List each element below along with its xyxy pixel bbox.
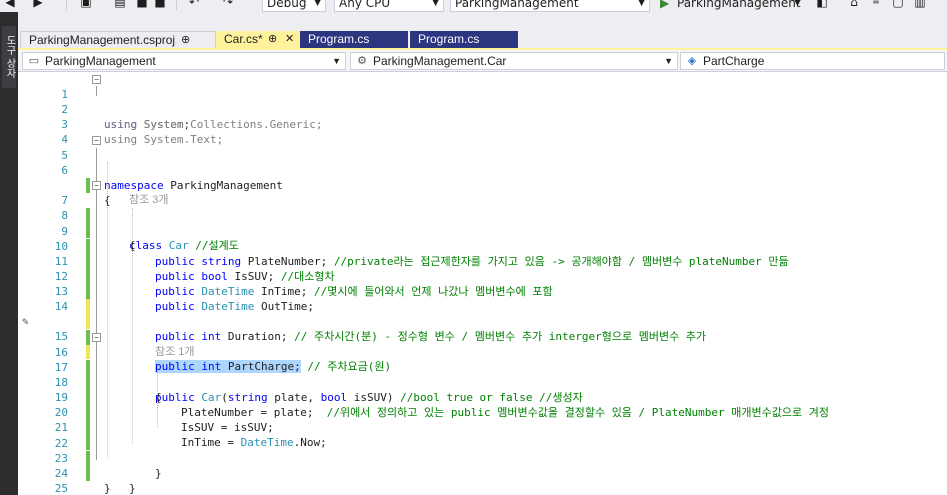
tab-car-cs[interactable]: Car.cs* ⊕ ✕	[216, 31, 300, 49]
redo-icon[interactable]: ↷	[220, 0, 236, 10]
code-line[interactable]: 13	[18, 269, 947, 314]
run-target-button[interactable]: ParkingManagement	[677, 0, 801, 11]
configuration-value: Debug	[267, 0, 307, 10]
code-line[interactable]: 18 PlateNumber = plate; //위에서 정의하고 있는 pu…	[18, 360, 947, 419]
codelens-line: 참조 3개	[18, 163, 947, 206]
startup-project-combo[interactable]: ParkingManagement ▼	[450, 0, 650, 12]
project-combo[interactable]: ▭ ParkingManagement ▼	[22, 52, 346, 70]
collapse-icon[interactable]: −	[92, 136, 101, 145]
new-project-icon[interactable]: ▣	[78, 0, 94, 10]
code-line-current[interactable]: ✎ 15 public int PartCharge; // 주차요금(원)	[18, 299, 947, 373]
code-line[interactable]: 20 InTime = DateTime.Now;	[18, 390, 947, 449]
code-text: }	[129, 482, 136, 495]
code-line[interactable]: 19 IsSUV = isSUV;	[18, 375, 947, 434]
type-combo-value: ParkingManagement.Car	[373, 54, 507, 68]
field-icon: ◈	[687, 55, 697, 67]
pin-icon[interactable]: ⊕	[181, 32, 190, 48]
code-line[interactable]: 25	[18, 466, 947, 495]
code-line[interactable]: 17 {	[18, 345, 947, 404]
code-line[interactable]: 2 using System.Collections.Generic;	[18, 87, 947, 131]
code-line[interactable]: 14 public int Duration; // 주차시간(분) - 정수형…	[18, 284, 947, 343]
tab-label: Program.cs	[418, 32, 480, 46]
collapse-icon[interactable]: −	[92, 75, 101, 84]
code-editor[interactable]: 1 − using System; 2 using System.Collect…	[18, 72, 947, 495]
code-line[interactable]: 4	[18, 117, 947, 146]
configuration-combo[interactable]: Debug ▼	[262, 0, 326, 12]
toolbox-tab[interactable]: 도구 상자	[2, 26, 16, 88]
codelens-line: 참조 1개	[18, 315, 947, 358]
tab-program-cs[interactable]: Program.cs	[300, 31, 408, 49]
code-line[interactable]: 23 }	[18, 436, 947, 495]
tab-program-cs-2[interactable]: Program.cs	[410, 31, 518, 49]
platform-combo[interactable]: Any CPU ▼	[334, 0, 444, 12]
save-icon[interactable]: ■	[134, 0, 150, 10]
home-icon[interactable]: ⌂	[846, 0, 862, 10]
main-toolbar: ◀ ▶ ▣ ▤ ■ ■ ↶ ↷ Debug ▼ Any CPU ▼ Parkin…	[0, 0, 947, 12]
member-combo[interactable]: ◈ PartCharge	[680, 52, 945, 70]
csharp-project-icon: ▭	[28, 55, 40, 67]
pin-icon[interactable]: ⊕	[268, 31, 277, 48]
tab-label: ParkingManagement.csproj	[29, 33, 176, 47]
save-all-icon[interactable]: ■	[152, 0, 168, 10]
toolbar-separator	[176, 0, 177, 10]
chevron-down-icon: ▼	[664, 56, 673, 66]
tab-csproj[interactable]: ParkingManagement.csproj ⊕	[20, 31, 216, 49]
code-line[interactable]: 12 public DateTime OutTime;	[18, 254, 947, 313]
code-line[interactable]: 11 public DateTime InTime; //몇시에 들어와서 언제…	[18, 239, 947, 298]
line-number: 25	[54, 482, 68, 495]
navigation-bar: ▭ ParkingManagement ▼ ⚙ ParkingManagemen…	[18, 50, 947, 72]
undo-icon[interactable]: ↶	[186, 0, 202, 10]
chevron-down-icon: ▼	[314, 0, 321, 8]
tab-label: Car.cs*	[224, 32, 263, 46]
forward-icon[interactable]: ▶	[30, 0, 46, 10]
collapse-icon[interactable]: −	[92, 333, 101, 342]
code-line[interactable]: 22 }	[18, 421, 947, 480]
platform-value: Any CPU	[339, 0, 391, 10]
code-text: }	[104, 482, 111, 495]
code-line[interactable]: 9 public string PlateNumber; //private라는…	[18, 209, 947, 268]
startup-project-value: ParkingManagement	[455, 0, 579, 10]
type-combo[interactable]: ⚙ ParkingManagement.Car ▼	[350, 52, 678, 70]
close-icon[interactable]: ✕	[285, 31, 294, 48]
left-tool-strip: 도구 상자	[0, 12, 18, 495]
toolbar-separator	[66, 0, 67, 10]
code-line[interactable]: 5 − namespace ParkingManagement	[18, 133, 947, 192]
code-line[interactable]: 16 − public Car(string plate, bool isSUV…	[18, 330, 947, 404]
back-icon[interactable]: ◀	[2, 0, 18, 10]
overflow-icon[interactable]: ≡	[868, 0, 884, 10]
code-line[interactable]: 3 using System.Text;	[18, 102, 947, 146]
collapse-icon[interactable]: −	[92, 181, 101, 190]
chevron-down-icon: ▼	[638, 0, 645, 8]
member-combo-value: PartCharge	[703, 54, 765, 68]
project-combo-value: ParkingManagement	[45, 54, 156, 68]
browser-link-icon[interactable]: ◧	[814, 0, 830, 10]
chevron-down-icon[interactable]: ▼	[794, 0, 801, 11]
code-line[interactable]: 10 public bool IsSUV; //대소형차	[18, 224, 947, 283]
class-icon: ⚙	[357, 55, 367, 67]
window-icon[interactable]: ▢	[890, 0, 906, 10]
code-line[interactable]: 6 {	[18, 148, 947, 207]
panel-icon[interactable]: ▥	[912, 0, 928, 10]
chevron-down-icon: ▼	[332, 56, 341, 66]
code-line[interactable]: 1 − using System;	[18, 72, 947, 131]
code-line[interactable]: 8 {	[18, 193, 947, 252]
start-icon[interactable]: ▶	[660, 0, 669, 11]
code-line[interactable]: 7 − class Car //설계도	[18, 178, 947, 252]
chevron-down-icon: ▼	[432, 0, 439, 8]
code-line[interactable]: 24 }	[18, 451, 947, 495]
open-file-icon[interactable]: ▤	[112, 0, 128, 10]
tab-label: Program.cs	[308, 32, 370, 46]
code-line[interactable]: 21	[18, 405, 947, 450]
